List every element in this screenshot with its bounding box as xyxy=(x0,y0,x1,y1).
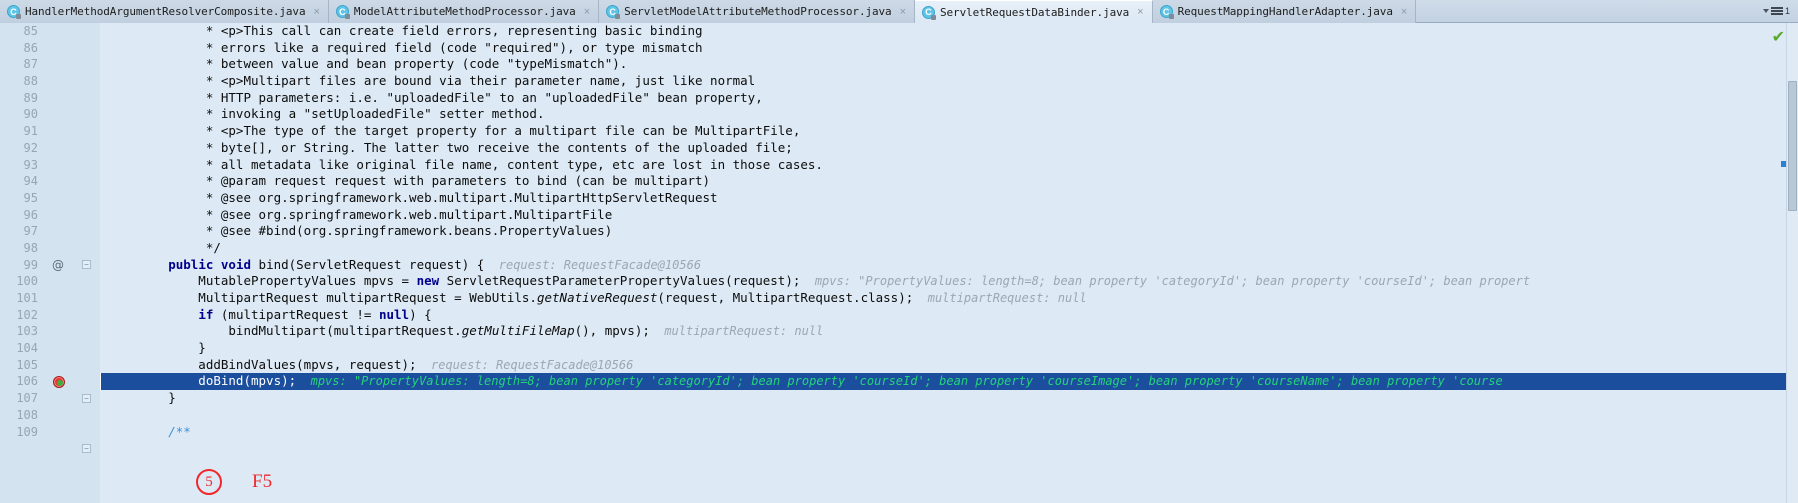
line-number: 109 xyxy=(16,424,38,439)
line-number: 95 xyxy=(23,190,38,205)
code-line[interactable]: } xyxy=(100,390,1798,407)
line-number: 106 xyxy=(16,374,38,389)
code-line[interactable]: * @see org.springframework.web.multipart… xyxy=(100,190,1798,207)
breakpoint-icon[interactable] xyxy=(53,375,65,388)
code-line-selected[interactable]: doBind(mpvs); mpvs: "PropertyValues: len… xyxy=(100,373,1798,391)
close-icon[interactable]: × xyxy=(584,6,590,18)
line-number: 108 xyxy=(16,407,38,422)
code-line[interactable]: * <p>The type of the target property for… xyxy=(100,123,1798,140)
code-line[interactable]: if (multipartRequest != null) { xyxy=(100,307,1798,324)
code-line[interactable]: * @see #bind(org.springframework.beans.P… xyxy=(100,223,1798,240)
code-line[interactable]: * errors like a required field (code "re… xyxy=(100,40,1798,57)
line-number: 100 xyxy=(16,274,38,289)
editor-tab-2[interactable]: C ServletModelAttributeMethodProcessor.j… xyxy=(599,0,916,23)
inline-debug-hint: mpvs: "PropertyValues: length=8; bean pr… xyxy=(800,274,1531,289)
line-number: 93 xyxy=(23,157,38,172)
line-number: 87 xyxy=(23,57,38,72)
line-number: 85 xyxy=(23,24,38,38)
line-number: 88 xyxy=(23,74,38,89)
inline-debug-hint: multipartRequest: null xyxy=(913,291,1087,305)
fold-toggle-method[interactable]: − xyxy=(82,260,91,269)
code-line[interactable]: MutablePropertyValues mpvs = new Servlet… xyxy=(100,273,1798,290)
close-icon[interactable]: × xyxy=(1401,6,1407,18)
code-line[interactable]: * all metadata like original file name, … xyxy=(100,157,1798,174)
close-icon[interactable]: × xyxy=(1137,6,1143,18)
code-line[interactable]: /** xyxy=(100,424,1798,441)
tab-overflow-count: 1 xyxy=(1784,6,1790,16)
line-number: 97 xyxy=(23,224,38,239)
line-number: 107 xyxy=(16,391,38,406)
java-class-icon: C xyxy=(1159,5,1174,19)
breakpoint-marker[interactable] xyxy=(46,374,76,391)
inline-debug-hint: mpvs: "PropertyValues: length=8; bean pr… xyxy=(296,374,1503,389)
code-line[interactable]: } xyxy=(100,340,1798,357)
scrollbar-position-marker xyxy=(1781,161,1786,167)
tab-label: HandlerMethodArgumentResolverComposite.j… xyxy=(25,5,306,18)
inspection-ok-icon[interactable]: ✔ xyxy=(1772,27,1785,46)
code-line[interactable]: * <p>Multipart files are bound via their… xyxy=(100,73,1798,90)
tab-label: ModelAttributeMethodProcessor.java xyxy=(353,5,576,18)
tab-list-icon[interactable] xyxy=(1770,7,1783,15)
java-class-icon: C xyxy=(7,5,21,19)
line-number: 96 xyxy=(23,207,38,222)
tab-bar-spacer xyxy=(1416,0,1759,22)
code-line[interactable]: * between value and bean property (code … xyxy=(100,56,1798,73)
line-number: 90 xyxy=(23,107,38,122)
tab-label: ServletRequestDataBinder.java xyxy=(940,5,1130,19)
inline-debug-hint: multipartRequest: null xyxy=(649,324,824,339)
java-class-icon: C xyxy=(922,5,937,20)
code-line[interactable]: bindMultipart(multipartRequest.getMultiF… xyxy=(100,323,1798,340)
line-number: 103 xyxy=(16,324,38,339)
line-number: 101 xyxy=(16,291,38,305)
java-class-icon: C xyxy=(606,5,621,19)
code-editor[interactable]: 85 86 87 88 89 90 91 92 93 94 95 96 97 98 99 100 101 102 1… xyxy=(0,23,1798,503)
code-line[interactable] xyxy=(100,407,1798,424)
line-number: 104 xyxy=(16,341,38,356)
code-line[interactable]: * @param request request with parameters… xyxy=(100,173,1798,190)
line-number: 92 xyxy=(23,140,38,155)
inline-debug-hint: request: RequestFacade@10566 xyxy=(416,357,634,372)
tab-label: ServletModelAttributeMethodProcessor.jav… xyxy=(624,5,892,18)
editor-tab-0[interactable]: C HandlerMethodArgumentResolverComposite… xyxy=(0,0,329,23)
fold-toggle-next[interactable]: − xyxy=(82,444,91,453)
code-line[interactable]: * invoking a "setUploadedFile" setter me… xyxy=(100,106,1798,123)
line-number: 98 xyxy=(23,240,38,255)
editor-tab-1[interactable]: C ModelAttributeMethodProcessor.java × xyxy=(328,0,600,23)
tab-list-control[interactable]: 1 xyxy=(1758,0,1798,22)
line-number: 102 xyxy=(16,307,38,322)
line-number: 89 xyxy=(23,90,38,105)
override-marker[interactable]: @ xyxy=(46,257,76,274)
line-number: 91 xyxy=(23,124,38,139)
override-icon: @ xyxy=(52,257,64,272)
line-number: 99 xyxy=(23,257,38,272)
code-line[interactable]: * @see org.springframework.web.multipart… xyxy=(100,207,1798,224)
editor-scrollbar-track[interactable] xyxy=(1786,23,1798,503)
close-icon[interactable]: × xyxy=(313,6,319,18)
code-line[interactable]: addBindValues(mpvs, request); request: R… xyxy=(100,357,1798,374)
editor-tab-3-active[interactable]: C ServletRequestDataBinder.java × xyxy=(915,0,1153,23)
code-line[interactable]: * HTTP parameters: i.e. "uploadedFile" t… xyxy=(100,90,1798,107)
editor-tab-4[interactable]: C RequestMappingHandlerAdapter.java × xyxy=(1152,0,1417,23)
code-line[interactable]: * <p>This call can create field errors, … xyxy=(100,23,1798,40)
java-class-icon: C xyxy=(335,5,350,19)
line-number: 86 xyxy=(23,40,38,55)
line-number: 94 xyxy=(23,174,38,189)
fold-toggle-end[interactable]: − xyxy=(82,394,91,403)
code-line[interactable]: public void bind(ServletRequest request)… xyxy=(100,257,1798,274)
code-line[interactable]: * byte[], or String. The latter two rece… xyxy=(100,140,1798,157)
inline-debug-hint: request: RequestFacade@10566 xyxy=(484,257,702,272)
code-line[interactable]: */ xyxy=(100,240,1798,257)
chevron-down-icon[interactable] xyxy=(1762,9,1769,13)
editor-gutter[interactable]: 85 86 87 88 89 90 91 92 93 94 95 96 97 98 99 100 101 102 1… xyxy=(0,23,100,503)
tab-label: RequestMappingHandlerAdapter.java xyxy=(1177,5,1393,18)
editor-scrollbar-thumb[interactable] xyxy=(1788,81,1797,211)
close-icon[interactable]: × xyxy=(900,6,906,18)
line-number: 105 xyxy=(16,357,38,372)
editor-tab-bar: C HandlerMethodArgumentResolverComposite… xyxy=(0,0,1798,23)
code-content[interactable]: * <p>This call can create field errors, … xyxy=(100,23,1798,503)
code-line[interactable]: MultipartRequest multipartRequest = WebU… xyxy=(100,290,1798,307)
line-number-column: 85 86 87 88 89 90 91 92 93 94 95 96 97 98 99 100 101 102 1… xyxy=(0,23,46,440)
